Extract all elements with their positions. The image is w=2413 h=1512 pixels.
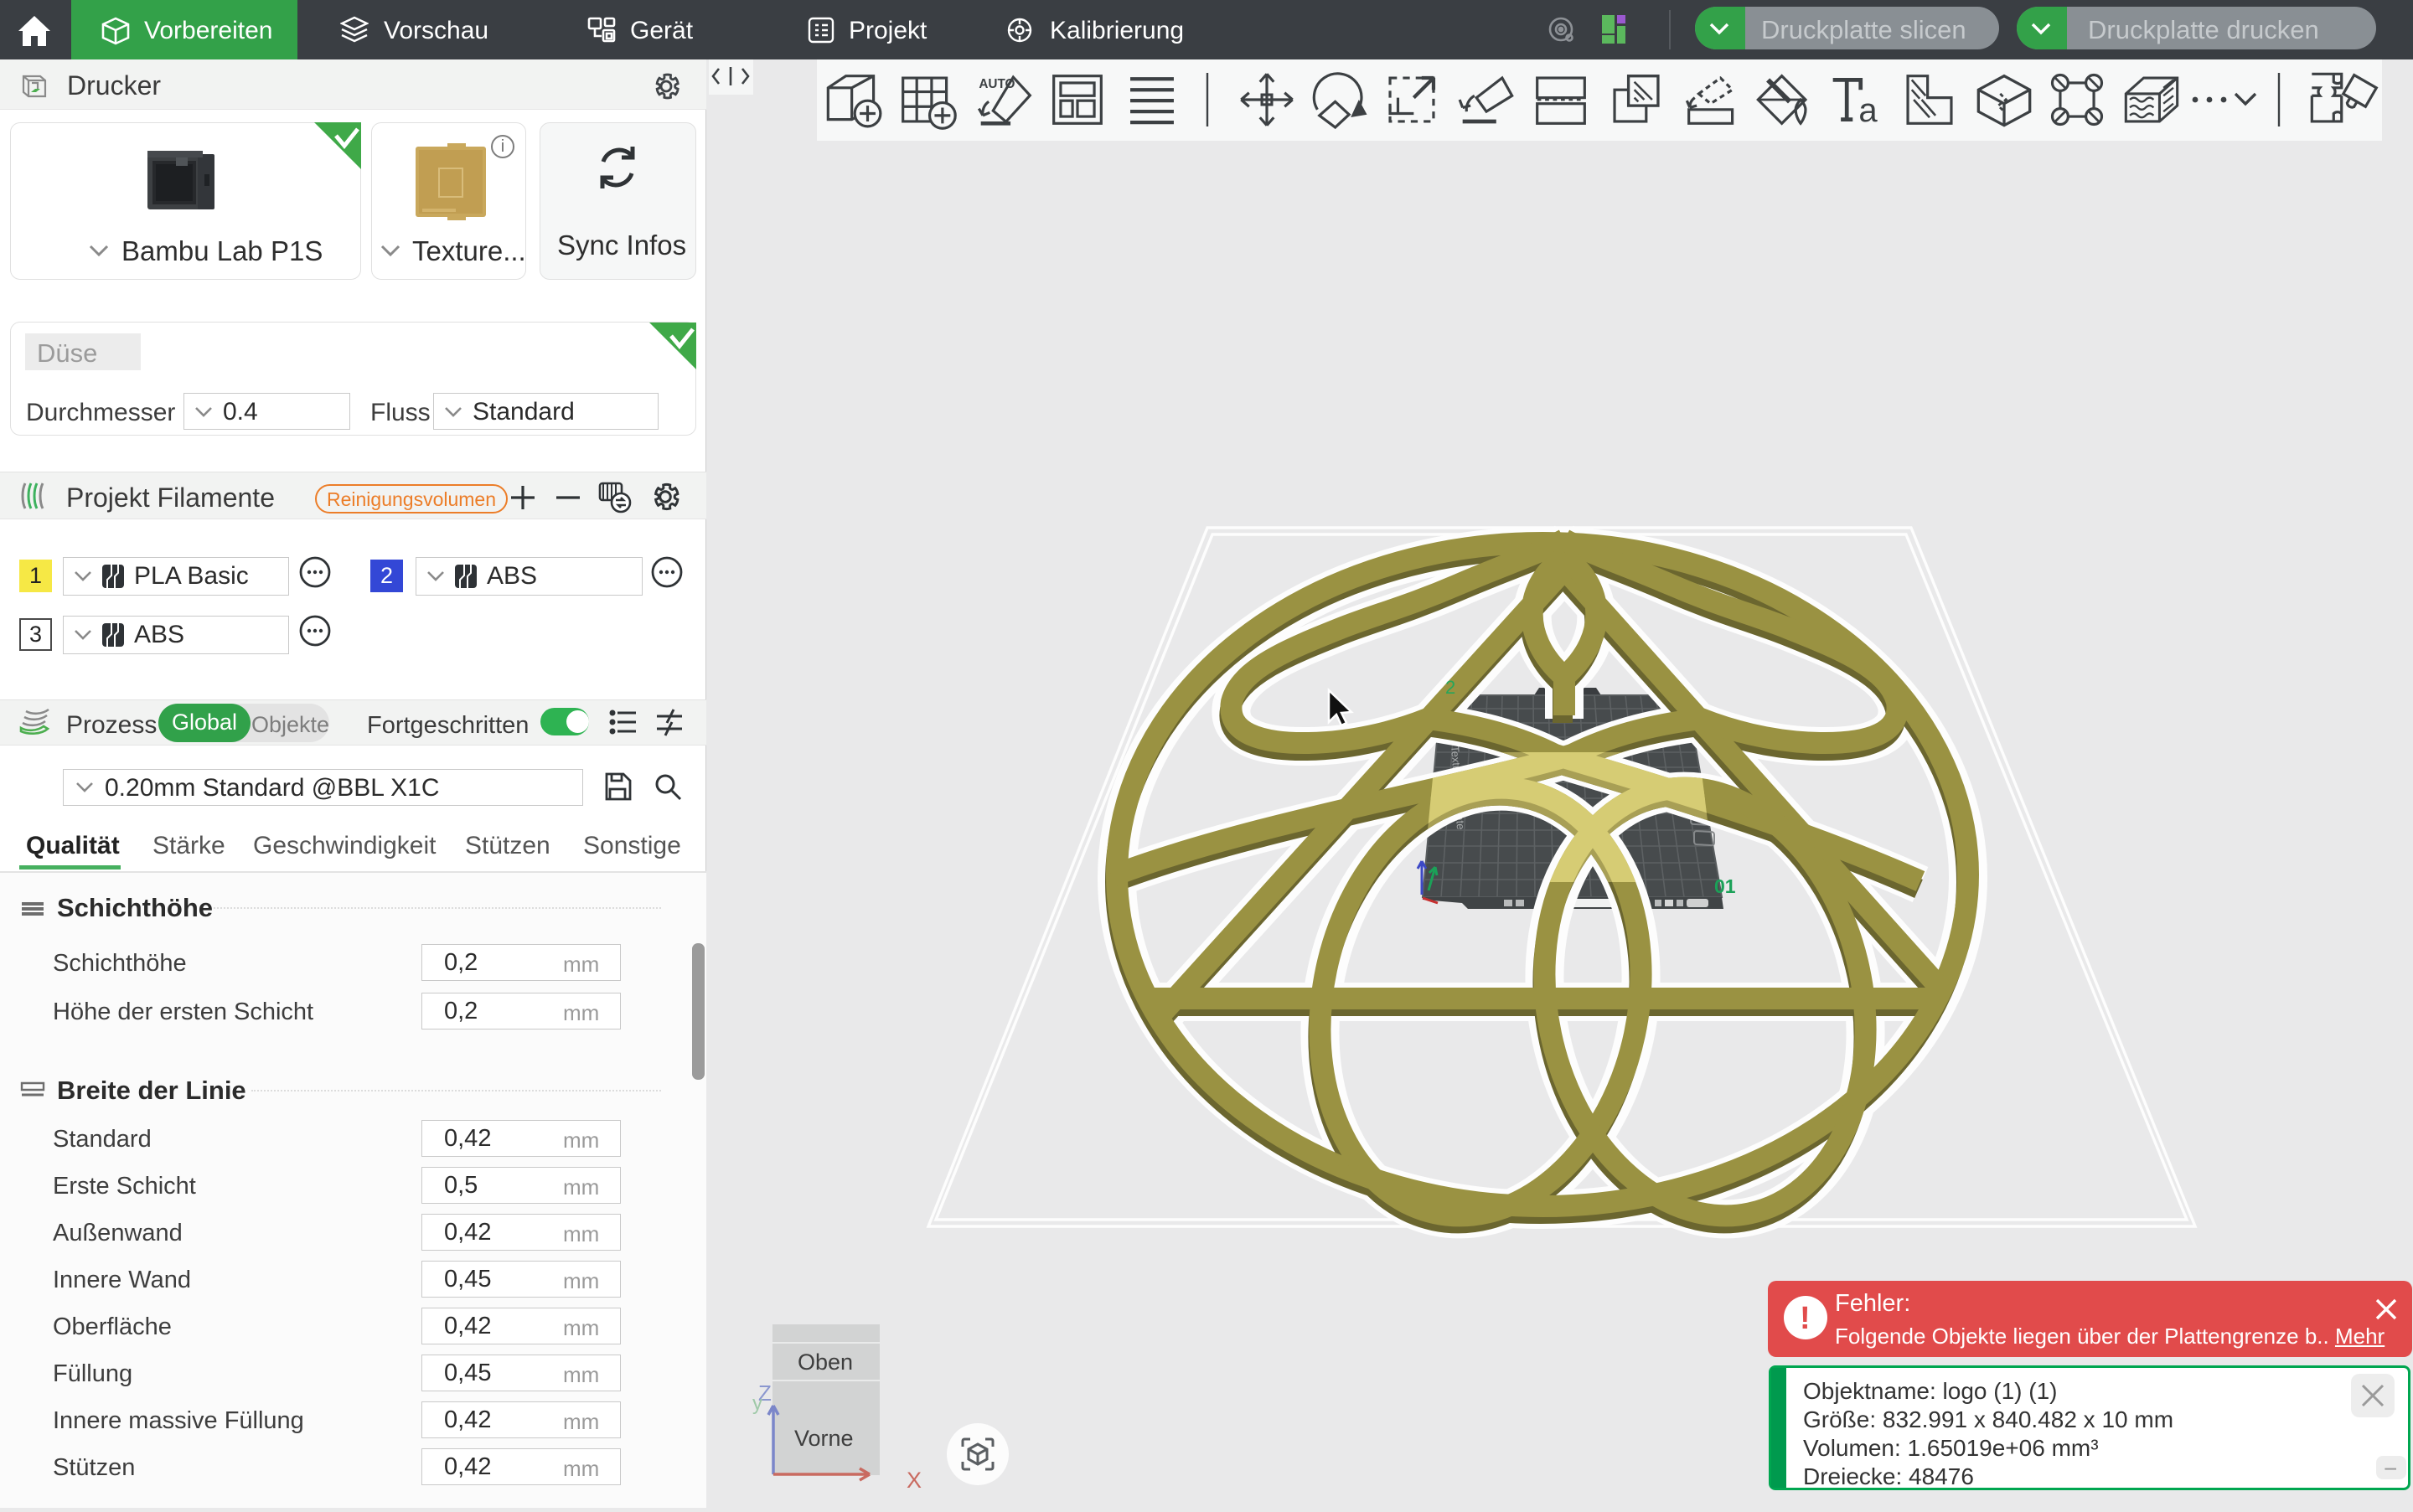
svg-text:AUTO: AUTO — [979, 77, 1015, 91]
svg-text:01: 01 — [1714, 875, 1736, 897]
svg-text:2: 2 — [1445, 677, 1455, 698]
svg-text:a: a — [1858, 91, 1878, 129]
